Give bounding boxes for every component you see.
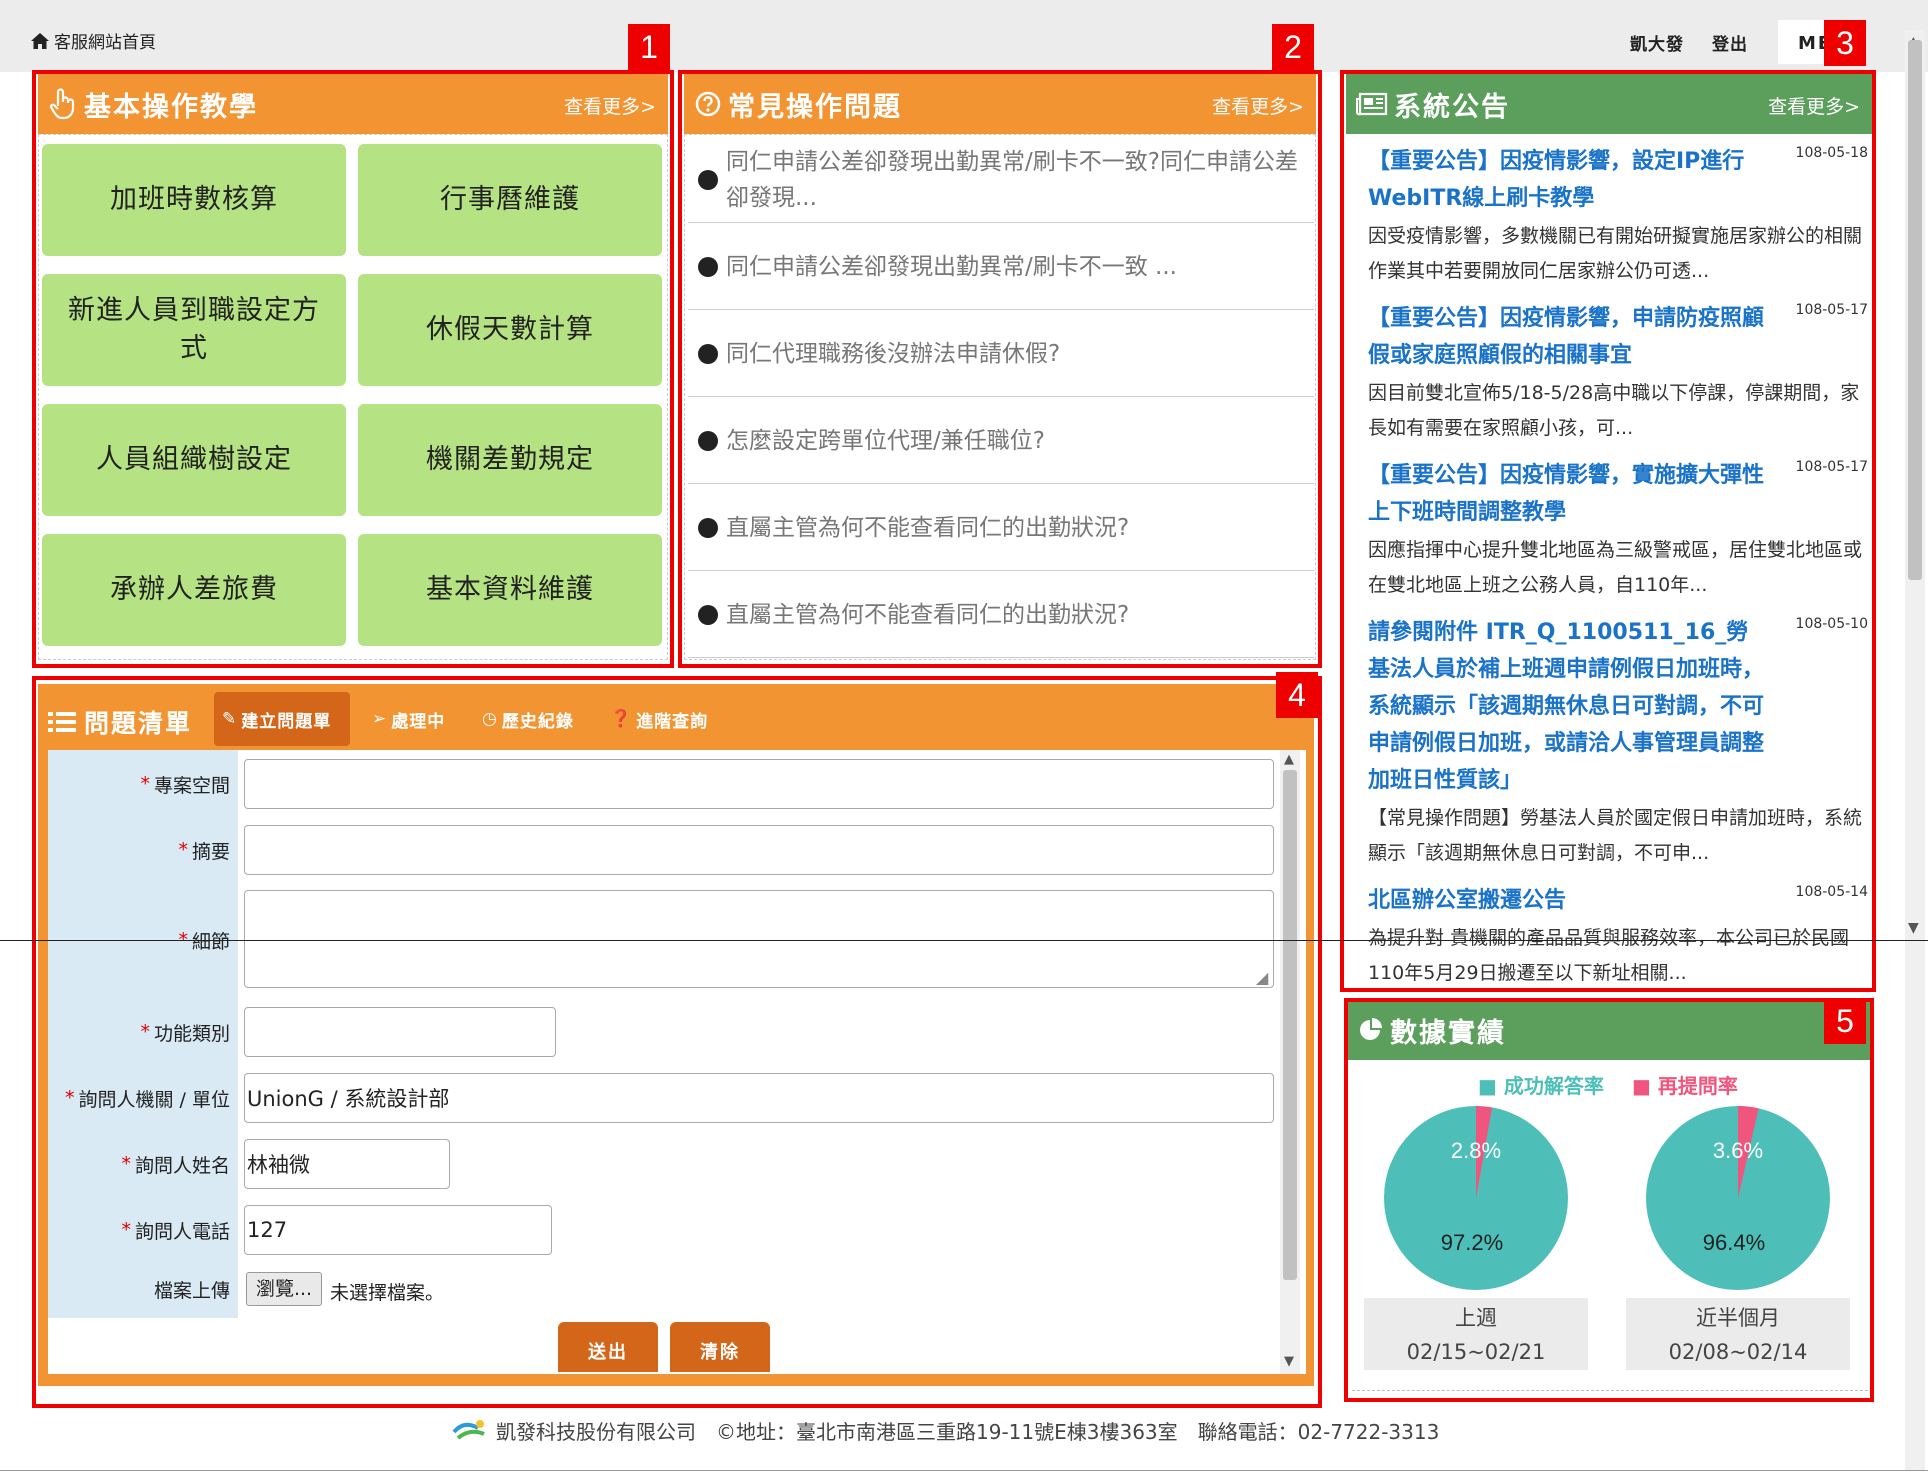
page-scrollbar-thumb[interactable]	[1908, 40, 1922, 580]
home-link[interactable]: 客服網站首頁	[30, 28, 156, 53]
annotation-box-5	[1344, 998, 1874, 1402]
annotation-box-2	[678, 70, 1322, 668]
company-logo-icon	[452, 1419, 485, 1440]
home-icon	[31, 32, 49, 49]
home-link-label: 客服網站首頁	[54, 33, 156, 53]
user-name: 凱大發	[1630, 35, 1684, 55]
footer-phone: 聯絡電話：02-7722-3313	[1197, 1420, 1440, 1444]
logout-link[interactable]: 登出	[1712, 30, 1748, 55]
footer-company-wrap: 凱發科技股份有限公司	[450, 1416, 696, 1445]
bottom-rule	[0, 1470, 1928, 1471]
annotation-tag-5: 5	[1824, 998, 1866, 1044]
scroll-down-icon[interactable]: ▼	[1908, 920, 1919, 936]
annotation-box-3	[1340, 70, 1876, 992]
annotation-tag-1: 1	[628, 24, 670, 70]
footer-company: 凱發科技股份有限公司	[496, 1420, 696, 1444]
horizontal-rule	[0, 940, 1928, 941]
footer-address: ©地址：臺北市南港區三重路19-11號E棟3樓363室	[716, 1420, 1178, 1444]
annotation-box-1	[32, 70, 674, 668]
annotation-tag-3: 3	[1824, 20, 1866, 66]
page: { "topbar": { "home_label": "客服網站首頁", "u…	[0, 0, 1928, 1478]
annotation-tag-4: 4	[1276, 672, 1318, 718]
annotation-tag-2: 2	[1272, 24, 1314, 70]
footer: 凱發科技股份有限公司 ©地址：臺北市南港區三重路19-11號E棟3樓363室 聯…	[450, 1416, 1439, 1445]
top-bar: 客服網站首頁 凱大發 登出 ME	[0, 0, 1928, 72]
annotation-box-4	[32, 676, 1322, 1408]
